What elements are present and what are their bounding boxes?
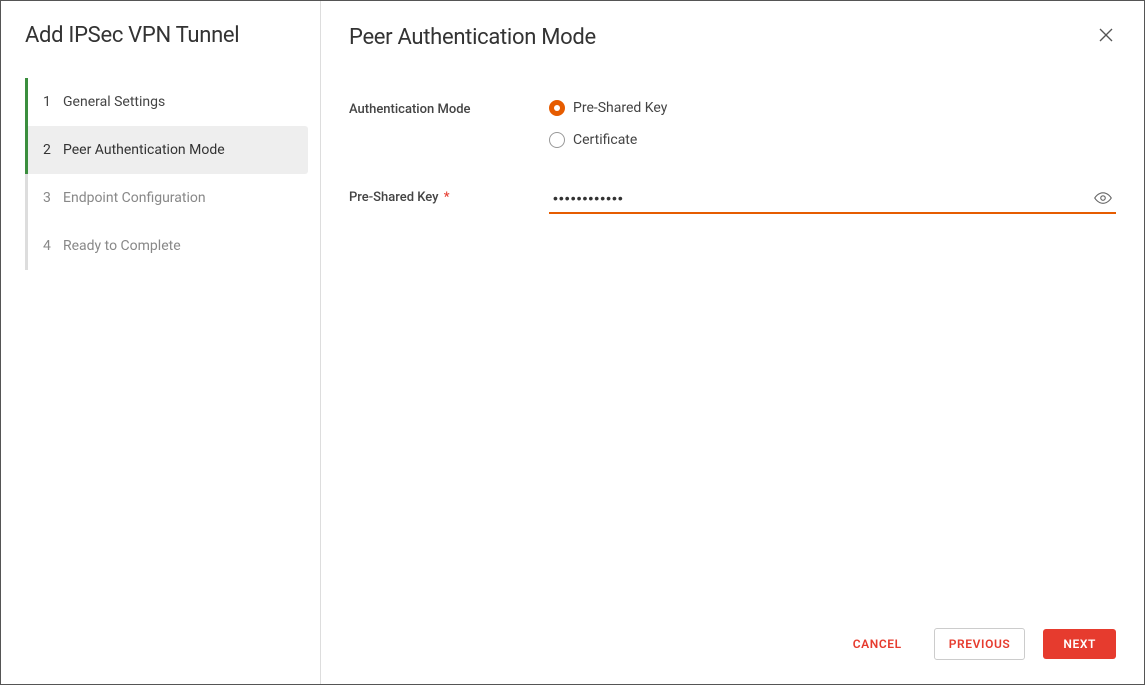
- step-number: 4: [27, 238, 55, 254]
- wizard-dialog: Add IPSec VPN Tunnel 1 General Settings …: [1, 1, 1144, 684]
- step-number: 1: [27, 94, 55, 110]
- psk-label-text: Pre-Shared Key: [349, 190, 439, 205]
- psk-input[interactable]: [549, 188, 1094, 208]
- step-general-settings[interactable]: 1 General Settings: [25, 78, 308, 126]
- step-marker: [25, 78, 28, 126]
- close-icon[interactable]: [1096, 25, 1116, 49]
- radio-label: Pre-Shared Key: [573, 100, 667, 116]
- step-ready-to-complete[interactable]: 4 Ready to Complete: [25, 222, 308, 270]
- step-list: 1 General Settings 2 Peer Authentication…: [1, 78, 320, 270]
- previous-button[interactable]: PREVIOUS: [934, 628, 1026, 660]
- cancel-button[interactable]: CANCEL: [839, 629, 916, 659]
- next-button[interactable]: NEXT: [1043, 629, 1116, 659]
- wizard-footer: CANCEL PREVIOUS NEXT: [321, 610, 1144, 684]
- psk-input-wrapper: [549, 188, 1116, 214]
- step-label: Peer Authentication Mode: [55, 142, 225, 158]
- step-endpoint-configuration[interactable]: 3 Endpoint Configuration: [25, 174, 308, 222]
- step-label: Ready to Complete: [55, 238, 181, 254]
- step-marker: [25, 126, 28, 174]
- auth-mode-radio-group: Pre-Shared Key Certificate: [549, 100, 1116, 148]
- required-asterisk: *: [444, 190, 450, 205]
- radio-unselected-icon: [549, 132, 565, 148]
- step-peer-authentication-mode[interactable]: 2 Peer Authentication Mode: [25, 126, 308, 174]
- step-label: Endpoint Configuration: [55, 190, 206, 206]
- wizard-sidebar: Add IPSec VPN Tunnel 1 General Settings …: [1, 1, 321, 684]
- psk-label: Pre-Shared Key *: [349, 188, 549, 205]
- main-header: Peer Authentication Mode: [321, 1, 1144, 70]
- auth-mode-row: Authentication Mode Pre-Shared Key Certi…: [349, 100, 1116, 148]
- step-label: General Settings: [55, 94, 165, 110]
- wizard-main: Peer Authentication Mode Authentication …: [321, 1, 1144, 684]
- wizard-title: Add IPSec VPN Tunnel: [1, 23, 320, 78]
- step-number: 2: [27, 142, 55, 158]
- auth-mode-psk-radio[interactable]: Pre-Shared Key: [549, 100, 1116, 116]
- auth-mode-label: Authentication Mode: [349, 100, 549, 117]
- step-marker: [25, 222, 28, 270]
- psk-row: Pre-Shared Key *: [349, 188, 1116, 214]
- form-body: Authentication Mode Pre-Shared Key Certi…: [321, 70, 1144, 610]
- step-number: 3: [27, 190, 55, 206]
- step-marker: [25, 174, 28, 222]
- show-password-icon[interactable]: [1094, 189, 1112, 207]
- auth-mode-certificate-radio[interactable]: Certificate: [549, 132, 1116, 148]
- radio-label: Certificate: [573, 132, 637, 148]
- radio-selected-icon: [549, 100, 565, 116]
- page-title: Peer Authentication Mode: [349, 25, 596, 50]
